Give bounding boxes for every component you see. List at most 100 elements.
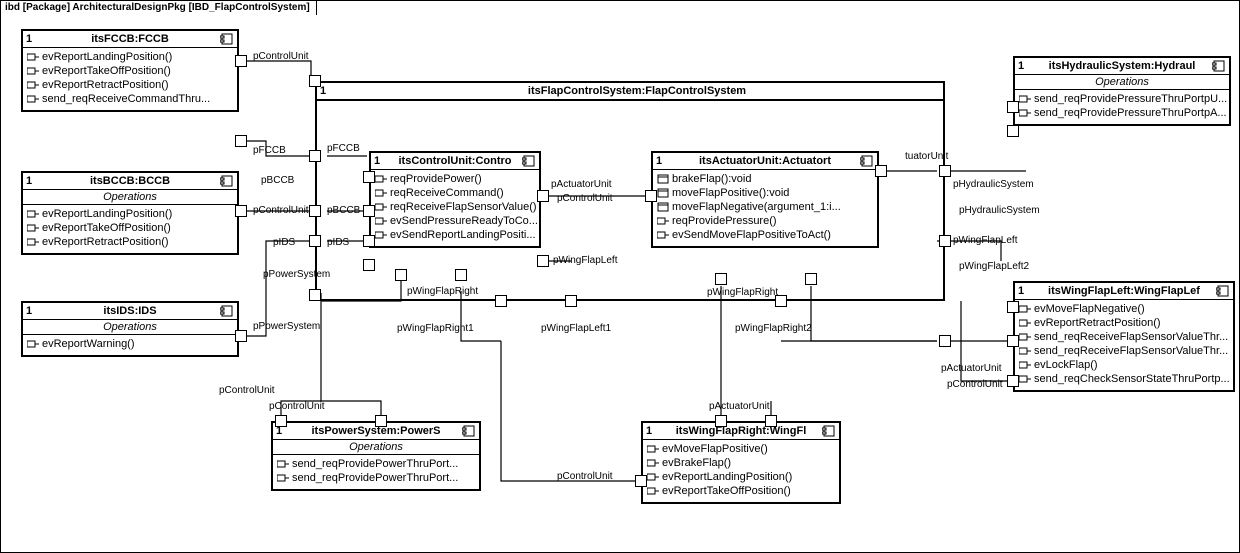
op-item: evMoveFlapPositive(): [645, 442, 837, 456]
block-title: itsHydraulicSystem:Hydraul: [1032, 60, 1212, 72]
port[interactable]: [1007, 375, 1019, 387]
port-label: pActuatorUnit: [941, 363, 1002, 374]
block-fccb[interactable]: 1 itsFCCB:FCCB evReportLandingPosition()…: [21, 29, 239, 112]
op-item: evReportTakeOffPosition(): [25, 221, 235, 235]
block-mult: 1: [656, 155, 670, 167]
port[interactable]: [309, 235, 321, 247]
diagram-title-tab: ibd [Package] ArchitecturalDesignPkg [IB…: [0, 0, 317, 15]
op-item: brakeFlap():void: [655, 172, 875, 186]
port[interactable]: [1007, 335, 1019, 347]
block-bccb[interactable]: 1 itsBCCB:BCCB Operations evReportLandin…: [21, 171, 239, 255]
port[interactable]: [395, 269, 407, 281]
ops-list: send_reqProvidePowerThruPort... send_req…: [273, 455, 479, 489]
op-label: reqReceiveCommand(): [390, 187, 504, 199]
port[interactable]: [939, 335, 951, 347]
port[interactable]: [939, 235, 951, 247]
port[interactable]: [1007, 301, 1019, 313]
port[interactable]: [1007, 125, 1019, 137]
port[interactable]: [309, 75, 321, 87]
port[interactable]: [565, 295, 577, 307]
op-label: evLockFlap(): [1034, 359, 1098, 371]
port[interactable]: [765, 415, 777, 427]
operation-icon: [27, 52, 39, 62]
port[interactable]: [495, 295, 507, 307]
port[interactable]: [939, 165, 951, 177]
block-wingflapright[interactable]: 1 itsWingFlapRight:WingFl evMoveFlapPosi…: [641, 421, 841, 504]
op-label: evReportTakeOffPosition(): [42, 65, 171, 77]
ops-list: send_reqProvidePressureThruPortpU... sen…: [1015, 90, 1229, 124]
op-item: moveFlapPositive():void: [655, 186, 875, 200]
op-item: send_reqProvidePowerThruPort...: [275, 457, 477, 471]
port[interactable]: [235, 330, 247, 342]
port[interactable]: [645, 190, 657, 202]
port[interactable]: [363, 235, 375, 247]
port-label: pControlUnit: [253, 205, 309, 216]
op-label: evReportTakeOffPosition(): [662, 485, 791, 497]
port[interactable]: [715, 415, 727, 427]
port[interactable]: [715, 273, 727, 285]
op-label: evMoveFlapPositive(): [662, 443, 768, 455]
port[interactable]: [537, 190, 549, 202]
op-label: evReportWarning(): [42, 338, 135, 350]
block-title: itsIDS:IDS: [40, 305, 220, 317]
port[interactable]: [363, 171, 375, 183]
operation-icon: [1019, 360, 1031, 370]
block-powersystem[interactable]: 1 itsPowerSystem:PowerS Operations send_…: [271, 421, 481, 491]
port[interactable]: [235, 55, 247, 67]
port[interactable]: [309, 150, 321, 162]
block-icon: [1212, 60, 1226, 72]
operation-icon: [375, 174, 387, 184]
op-item: send_reqReceiveFlapSensorValueThr...: [1017, 344, 1231, 358]
port-label: pWingFlapRight: [407, 286, 478, 297]
port[interactable]: [309, 205, 321, 217]
port[interactable]: [805, 273, 817, 285]
op-item: evReportWarning(): [25, 337, 235, 351]
op-item: evLockFlap(): [1017, 358, 1231, 372]
block-ids[interactable]: 1 itsIDS:IDS Operations evReportWarning(…: [21, 301, 239, 357]
op-item: send_reqProvidePressureThruPortpA...: [1017, 106, 1227, 120]
op-item: send_reqReceiveFlapSensorValueThr...: [1017, 330, 1231, 344]
operation-icon: [27, 223, 39, 233]
op-label: evSendPressureReadyToCo...: [390, 215, 537, 227]
operation-icon: [375, 188, 387, 198]
port[interactable]: [1007, 101, 1019, 113]
port[interactable]: [363, 205, 375, 217]
operation-icon: [657, 202, 669, 212]
block-title: itsBCCB:BCCB: [40, 175, 220, 187]
port[interactable]: [309, 289, 321, 301]
diagram-canvas: ibd [Package] ArchitecturalDesignPkg [IB…: [0, 0, 1240, 553]
operation-icon: [27, 209, 39, 219]
port[interactable]: [875, 165, 887, 177]
port-label: tuatorUnit: [905, 151, 948, 162]
port[interactable]: [375, 415, 387, 427]
ops-list: brakeFlap():void moveFlapPositive():void…: [653, 170, 877, 246]
port-label: pFCCB: [253, 145, 286, 156]
port[interactable]: [235, 205, 247, 217]
operation-icon: [27, 94, 39, 104]
block-controlunit[interactable]: 1 itsControlUnit:Contro reqProvidePower(…: [369, 151, 541, 248]
op-item: send_reqReceiveCommandThru...: [25, 92, 235, 106]
port[interactable]: [363, 259, 375, 271]
block-icon: [462, 425, 476, 437]
operation-icon: [647, 458, 659, 468]
port[interactable]: [537, 255, 549, 267]
op-label: moveFlapNegative(argument_1:i...: [672, 201, 841, 213]
op-item: evReportRetractPosition(): [1017, 316, 1231, 330]
block-wingflapleft[interactable]: 1 itsWingFlapLeft:WingFlapLef evMoveFlap…: [1013, 281, 1235, 392]
port-label: pWingFlapRight2: [735, 323, 812, 334]
port[interactable]: [235, 135, 247, 147]
port[interactable]: [455, 269, 467, 281]
port[interactable]: [275, 415, 287, 427]
block-hydraulic[interactable]: 1 itsHydraulicSystem:Hydraul Operations …: [1013, 56, 1231, 126]
port[interactable]: [635, 475, 647, 487]
port-label: pPowerSystem: [263, 269, 330, 280]
block-icon: [522, 155, 536, 167]
block-actuator[interactable]: 1 itsActuatorUnit:Actuatort brakeFlap():…: [651, 151, 879, 248]
port-label: pWingFlapRight1: [397, 323, 474, 334]
op-label: reqProvidePressure(): [672, 215, 777, 227]
block-title: itsWingFlapRight:WingFl: [660, 425, 822, 437]
block-title: itsControlUnit:Contro: [388, 155, 522, 167]
op-item: send_reqProvidePressureThruPortpU...: [1017, 92, 1227, 106]
port-label: pFCCB: [327, 143, 360, 154]
op-item: send_reqCheckSensorStateThruPortp...: [1017, 372, 1231, 386]
